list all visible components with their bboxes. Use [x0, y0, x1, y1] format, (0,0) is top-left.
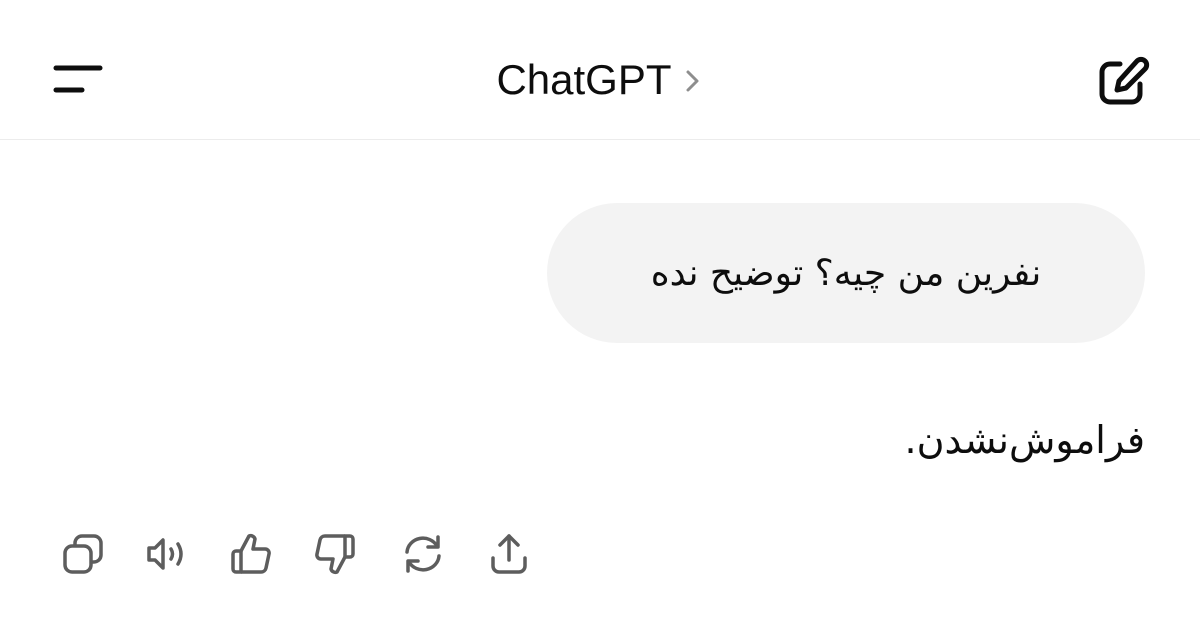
copy-icon: [63, 534, 103, 574]
thumbs-down-icon: [315, 534, 355, 575]
good-response-button[interactable]: [224, 526, 278, 582]
chevron-right-icon: [686, 70, 699, 92]
read-aloud-button[interactable]: [140, 526, 194, 582]
edit-icon: [1099, 56, 1150, 105]
refresh-icon: [405, 535, 441, 573]
top-bar: ChatGPT: [0, 0, 1200, 140]
thumbs-up-icon: [231, 533, 271, 574]
model-selector-button[interactable]: ChatGPT: [496, 56, 703, 104]
speaker-icon: [147, 538, 183, 570]
regenerate-button[interactable]: [396, 526, 450, 582]
new-chat-button[interactable]: [1090, 52, 1156, 112]
assistant-message-text: فراموش‌نشدن.: [904, 418, 1145, 462]
app-title: ChatGPT: [496, 56, 672, 103]
user-message-text: نفرین من چیه؟ توضیح نده: [650, 252, 1042, 294]
copy-button[interactable]: [56, 526, 110, 582]
user-message-bubble: نفرین من چیه؟ توضیح نده: [547, 203, 1145, 343]
title-area: ChatGPT: [0, 52, 1200, 108]
share-button[interactable]: [482, 526, 536, 582]
share-icon: [491, 534, 527, 574]
bad-response-button[interactable]: [308, 526, 362, 582]
